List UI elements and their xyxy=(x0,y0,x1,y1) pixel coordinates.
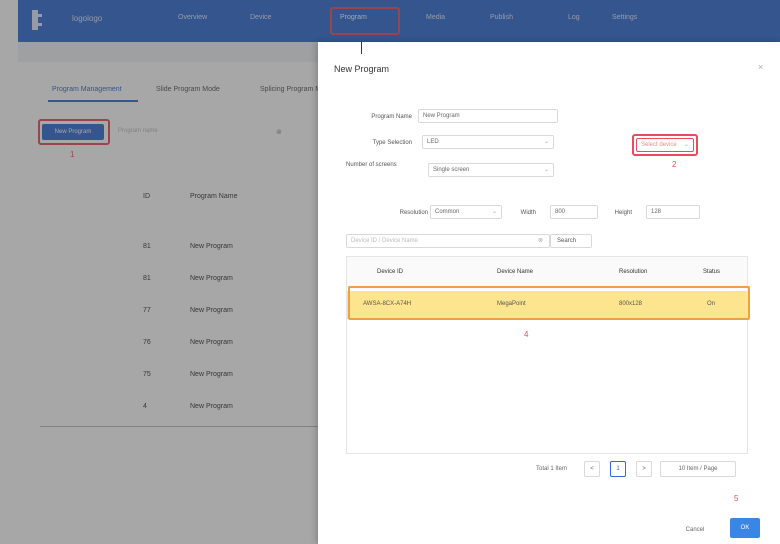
height-input[interactable]: 128 xyxy=(646,205,700,219)
chevron-down-icon: ⌄ xyxy=(543,139,549,145)
type-selection-dropdown[interactable]: LED ⌄ xyxy=(422,135,554,149)
page-1-button[interactable]: 1 xyxy=(610,461,626,477)
new-program-dialog: New Program × Program Name New Program T… xyxy=(318,42,780,544)
type-selection-label: Type Selection xyxy=(372,140,412,146)
width-label: Width xyxy=(520,210,536,216)
device-search-button[interactable]: Search xyxy=(550,234,592,248)
dialog-title: New Program xyxy=(334,64,390,74)
width-input[interactable]: 800 xyxy=(550,205,598,219)
step-5-label: 5 xyxy=(734,494,739,503)
program-name-input[interactable]: New Program xyxy=(418,109,558,123)
device-search-placeholder: Device ID / Device Name xyxy=(351,238,419,244)
pagination-total: Total 1 Item xyxy=(536,466,568,472)
cancel-button[interactable]: Cancel xyxy=(678,522,712,538)
device-header-id: Device ID xyxy=(377,269,404,275)
step-2-label: 2 xyxy=(672,160,677,169)
prev-page-button[interactable]: < xyxy=(584,461,600,477)
page-size-dropdown[interactable]: 10 Item / Page xyxy=(660,461,736,477)
height-value: 128 xyxy=(651,209,662,215)
height-label: Height xyxy=(614,210,632,216)
device-row-highlight xyxy=(348,286,750,320)
device-header-resolution: Resolution xyxy=(619,269,648,275)
device-header-status: Status xyxy=(703,269,721,275)
type-selection-value: LED xyxy=(427,139,439,145)
chevron-down-icon: ⌄ xyxy=(543,167,549,173)
chevron-down-icon: ⌄ xyxy=(491,209,497,215)
step-connector-line xyxy=(361,42,362,54)
device-table-header xyxy=(347,257,747,287)
select-device-highlight xyxy=(632,134,698,156)
device-header-name: Device Name xyxy=(497,269,534,275)
ok-button[interactable]: OK xyxy=(730,518,760,538)
screens-dropdown[interactable]: Single screen ⌄ xyxy=(428,163,554,177)
screens-label: Number of screens xyxy=(346,162,397,168)
program-name-value: New Program xyxy=(423,113,460,119)
next-page-button[interactable]: > xyxy=(636,461,652,477)
step-4-label: 4 xyxy=(524,330,529,339)
resolution-value: Common xyxy=(435,209,460,215)
program-name-label: Program Name xyxy=(371,114,412,120)
resolution-label: Resolution xyxy=(399,210,428,216)
resolution-dropdown[interactable]: Common ⌄ xyxy=(430,205,502,219)
width-value: 800 xyxy=(555,209,566,215)
screens-value: Single screen xyxy=(433,167,470,173)
device-search-input[interactable]: Device ID / Device Name ⊗ xyxy=(346,234,550,248)
close-icon[interactable]: × xyxy=(758,62,763,72)
clear-icon[interactable]: ⊗ xyxy=(538,237,543,244)
